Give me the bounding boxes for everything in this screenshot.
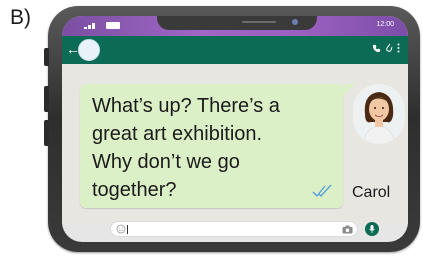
contact-portrait bbox=[353, 84, 405, 144]
contact-photo bbox=[353, 84, 405, 144]
phone-side-button-3 bbox=[44, 120, 49, 146]
status-time: 12:00 bbox=[376, 21, 394, 28]
emoji-icon[interactable] bbox=[116, 224, 126, 234]
panel-label: B) bbox=[10, 6, 31, 29]
signal-icon bbox=[84, 23, 95, 29]
mic-icon bbox=[369, 225, 375, 233]
message-text: What’s up? There’s a great art exhibitio… bbox=[92, 92, 342, 204]
phone-side-button-2 bbox=[44, 86, 49, 112]
chat-header: ← bbox=[62, 36, 408, 64]
message-line: What’s up? There’s a bbox=[92, 95, 280, 117]
call-icon[interactable] bbox=[372, 44, 381, 53]
message-bubble-tail bbox=[343, 84, 355, 96]
text-cursor bbox=[127, 225, 128, 234]
menu-icon[interactable] bbox=[397, 43, 400, 53]
battery-icon bbox=[106, 22, 120, 29]
camera-icon[interactable] bbox=[342, 225, 353, 234]
message-line: together? bbox=[92, 179, 177, 201]
status-bar: 12:00 bbox=[62, 16, 408, 36]
read-receipt-icon bbox=[312, 184, 332, 198]
mic-button[interactable] bbox=[365, 222, 379, 236]
speaker-grille bbox=[242, 21, 276, 23]
attach-icon[interactable] bbox=[385, 43, 393, 53]
message-line: Why don’t we go bbox=[92, 151, 240, 173]
message-line: great art exhibition. bbox=[92, 123, 263, 145]
contact-name: Carol bbox=[352, 184, 391, 201]
contact-avatar[interactable] bbox=[78, 39, 100, 61]
phone-side-button-1 bbox=[44, 48, 49, 66]
message-input[interactable] bbox=[111, 222, 357, 236]
header-actions bbox=[372, 43, 400, 53]
front-camera bbox=[292, 19, 298, 25]
